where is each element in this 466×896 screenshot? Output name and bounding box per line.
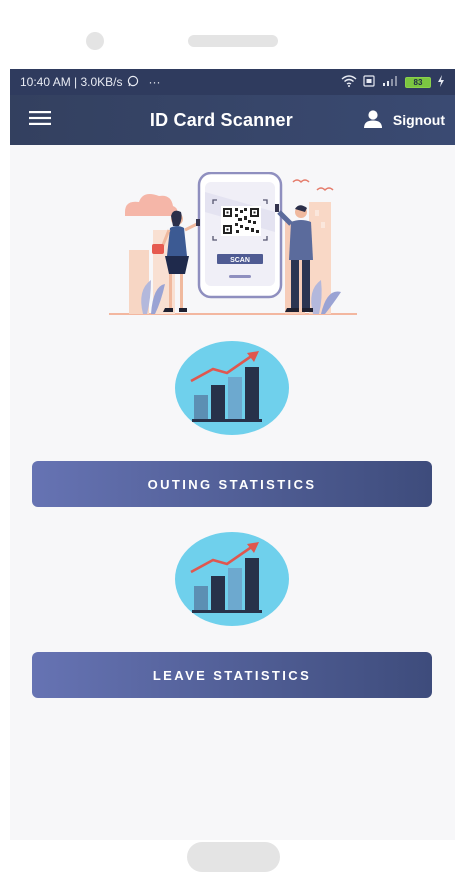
signout-button[interactable]: Signout	[363, 109, 455, 131]
signal-icon	[381, 75, 399, 90]
hamburger-menu-icon	[29, 110, 51, 130]
battery-indicator: 83	[405, 76, 431, 88]
leave-statistics-button[interactable]: LEAVE STATISTICS	[32, 652, 432, 698]
menu-button[interactable]	[10, 95, 70, 145]
speaker-grille	[188, 35, 278, 47]
front-camera	[86, 32, 104, 50]
charging-icon	[437, 74, 445, 90]
bar-chart-icon	[175, 532, 289, 626]
outing-statistics-button[interactable]: OUTING STATISTICS	[32, 461, 432, 507]
status-more-dots: ···	[148, 75, 161, 89]
leave-statistics-label: LEAVE STATISTICS	[152, 667, 312, 683]
app-screen: 10:40 AM | 3.0KB/s ··· 83 ID Card Scanne…	[10, 69, 455, 840]
status-left: 10:40 AM | 3.0KB/s ···	[20, 75, 161, 90]
status-right: 83	[341, 74, 445, 90]
bar-chart-icon	[175, 341, 289, 435]
wifi-icon	[341, 74, 357, 90]
app-bar: ID Card Scanner Signout	[10, 95, 455, 145]
status-bar: 10:40 AM | 3.0KB/s ··· 83	[10, 69, 455, 95]
phone-frame: 10:40 AM | 3.0KB/s ··· 83 ID Card Scanne…	[0, 0, 466, 896]
sim-icon	[363, 74, 375, 90]
scan-label: SCAN	[230, 257, 250, 264]
home-button[interactable]	[187, 842, 280, 872]
status-time: 10:40 AM | 3.0KB/s	[20, 75, 123, 89]
user-icon	[363, 109, 383, 131]
qr-scan-illustration: SCAN	[107, 171, 359, 324]
whatsapp-icon	[127, 75, 139, 90]
app-title: ID Card Scanner	[149, 109, 293, 130]
signout-label: Signout	[392, 112, 445, 128]
outing-statistics-label: OUTING STATISTICS	[147, 476, 317, 492]
